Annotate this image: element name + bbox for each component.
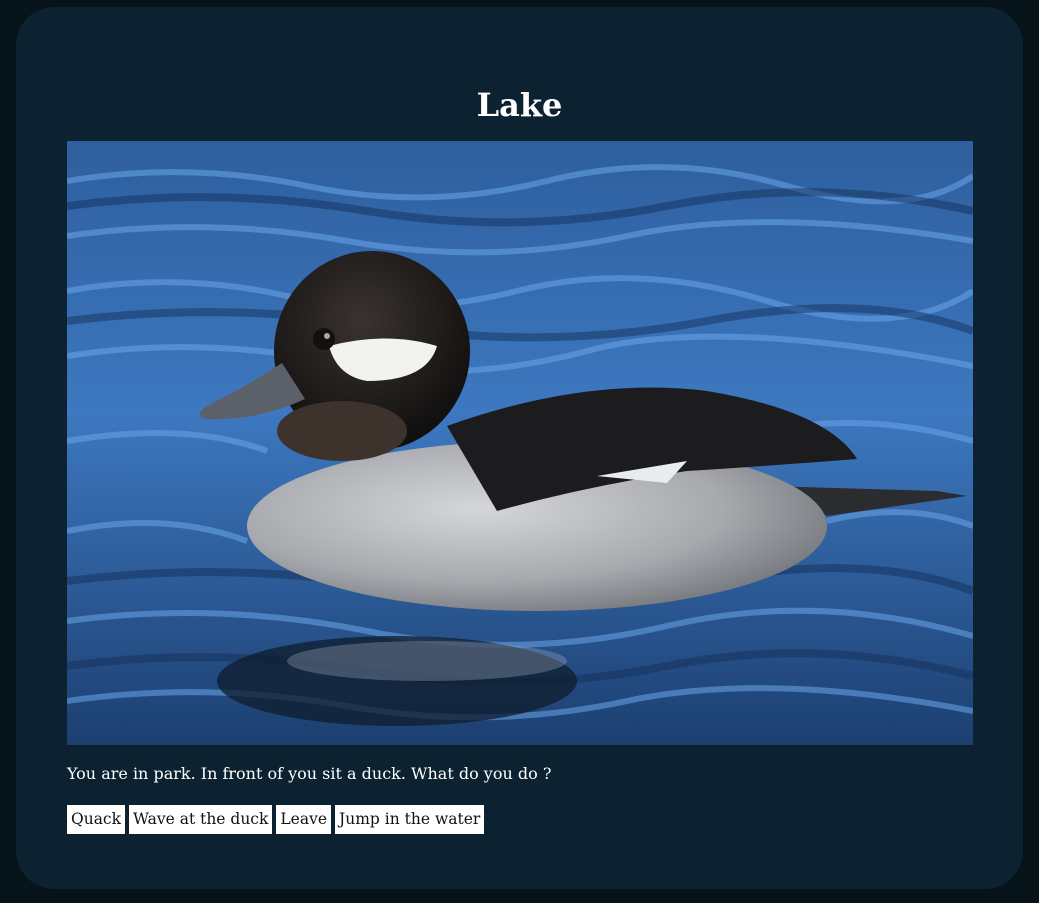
quack-button[interactable]: Quack <box>67 805 126 834</box>
game-card: Lake You are in park. In front of you si… <box>16 7 1023 889</box>
choice-buttons: Quack Wave at the duck Leave Jump in the… <box>67 805 485 834</box>
scene-description: You are in park. In front of you sit a d… <box>67 764 552 783</box>
room-title: Lake <box>476 86 563 124</box>
duck-scene-image <box>67 141 973 745</box>
leave-button[interactable]: Leave <box>276 805 332 834</box>
jump-in-water-button[interactable]: Jump in the water <box>335 805 485 834</box>
wave-at-duck-button[interactable]: Wave at the duck <box>129 805 273 834</box>
